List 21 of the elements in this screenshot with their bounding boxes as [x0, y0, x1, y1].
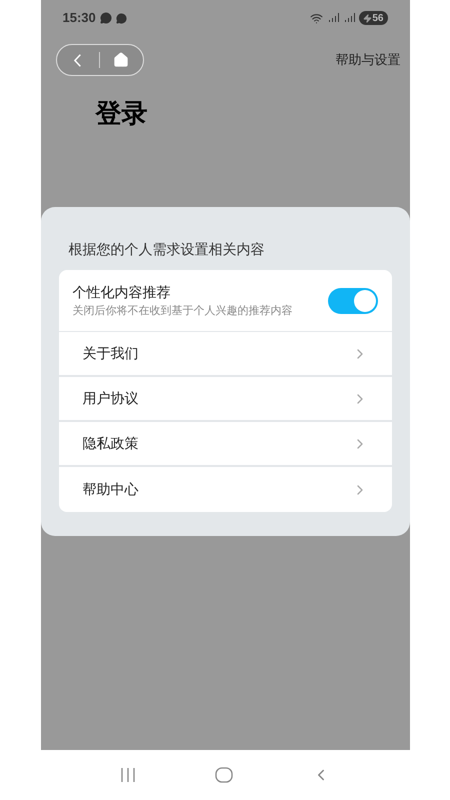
toggle-description: 关闭后你将不在收到基于个人兴趣的推荐内容	[72, 304, 292, 319]
signal-icon	[343, 13, 356, 23]
settings-row[interactable]: 关于我们	[58, 332, 392, 377]
battery-indicator: 56	[359, 11, 388, 25]
signal-icon	[327, 13, 340, 23]
settings-row[interactable]: 隐私政策	[58, 422, 392, 467]
wifi-icon	[310, 12, 324, 24]
chat-icon	[100, 12, 112, 24]
help-settings-link[interactable]: 帮助与设置	[336, 50, 400, 70]
page-title: 登录	[96, 97, 148, 130]
sheet-caption: 根据您的个人需求设置相关内容	[68, 240, 266, 259]
home-icon	[113, 52, 130, 68]
settings-row[interactable]: 用户协议	[58, 377, 392, 422]
status-time: 15:30	[62, 9, 96, 28]
toggle-label: 个性化内容推荐	[72, 282, 172, 302]
recommendation-switch[interactable]	[328, 288, 378, 314]
back-icon	[74, 54, 82, 66]
home-nav-icon[interactable]	[215, 767, 233, 783]
messenger-icon	[116, 12, 127, 24]
settings-row[interactable]: 帮助中心	[58, 467, 392, 512]
recent-apps-icon[interactable]	[120, 768, 136, 782]
